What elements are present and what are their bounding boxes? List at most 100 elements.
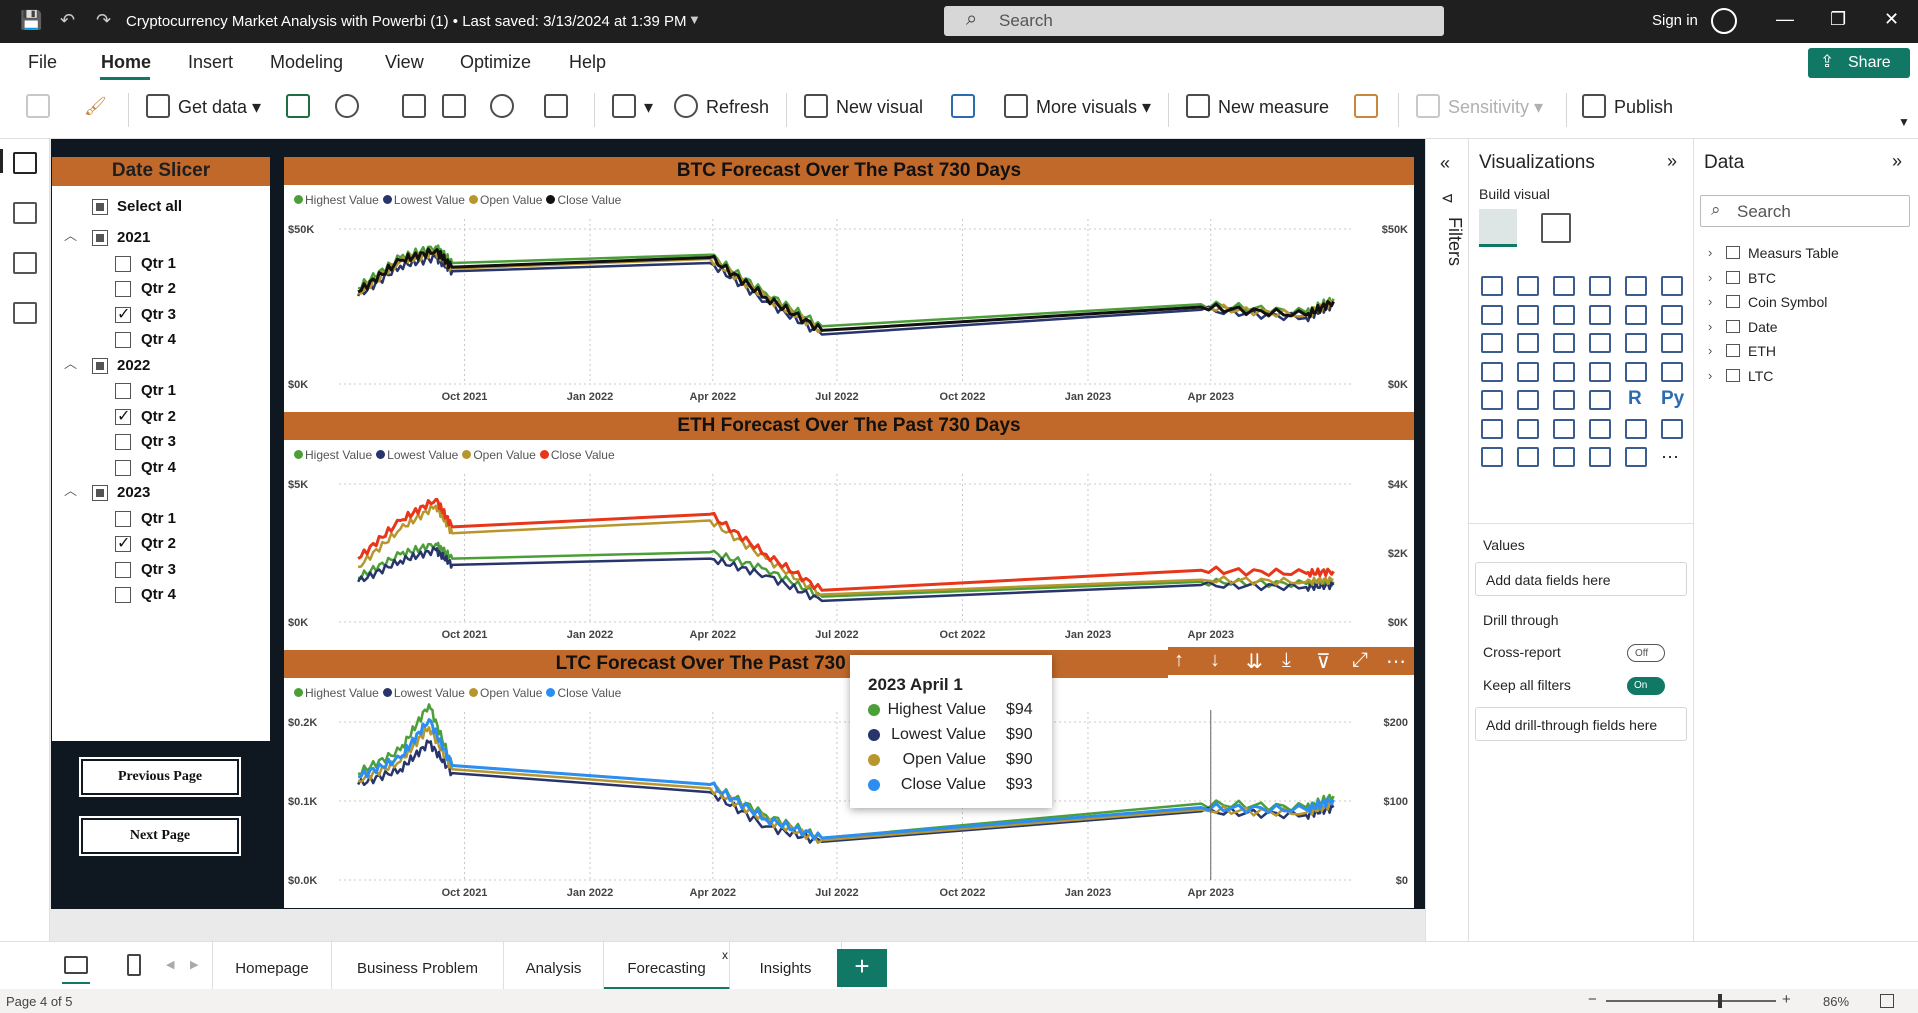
collapse-viz-icon[interactable]: » bbox=[1667, 151, 1677, 172]
values-well[interactable]: Add data fields here bbox=[1475, 562, 1687, 596]
quarter-checkbox[interactable] bbox=[115, 533, 131, 553]
quarter-label[interactable]: Qtr 2 bbox=[141, 280, 176, 297]
pie-icon[interactable] bbox=[1589, 333, 1611, 353]
excel-button[interactable] bbox=[286, 94, 318, 120]
legend-label[interactable]: Close Value bbox=[557, 193, 621, 207]
scatter-icon[interactable] bbox=[1553, 333, 1575, 353]
select-all-checkbox[interactable] bbox=[92, 199, 108, 215]
series-line[interactable] bbox=[357, 497, 1335, 592]
waterfall-icon[interactable] bbox=[1481, 333, 1503, 353]
chevron-right-icon[interactable]: › bbox=[1708, 294, 1712, 309]
build-visual-tab[interactable] bbox=[1479, 209, 1517, 247]
report-view-icon[interactable] bbox=[13, 152, 37, 174]
year-checkbox[interactable] bbox=[92, 357, 108, 374]
quarter-checkbox[interactable] bbox=[115, 281, 131, 297]
quarter-checkbox[interactable] bbox=[115, 332, 131, 348]
cross-report-toggle[interactable]: Off bbox=[1627, 644, 1665, 662]
quarter-checkbox[interactable] bbox=[115, 510, 131, 527]
next-page-button[interactable]: Next Page bbox=[79, 816, 241, 856]
collapse-year-icon[interactable]: ︿ bbox=[64, 480, 77, 499]
get-data-button[interactable]: Get data ▾ bbox=[146, 94, 261, 120]
line-stacked-column-icon[interactable] bbox=[1625, 304, 1647, 325]
legend-label[interactable]: Open Value bbox=[473, 448, 536, 462]
paginated-report-icon[interactable] bbox=[1661, 418, 1683, 439]
slicer-icon[interactable] bbox=[1517, 390, 1539, 410]
quarter-checkbox[interactable] bbox=[115, 587, 131, 603]
quarter-label[interactable]: Qtr 4 bbox=[141, 331, 176, 348]
chevron-right-icon[interactable]: › bbox=[1708, 343, 1712, 358]
new-measure-button[interactable]: New measure bbox=[1186, 94, 1329, 120]
sensitivity-button[interactable]: Sensitivity ▾ bbox=[1416, 94, 1543, 120]
dax-query-view-icon[interactable] bbox=[13, 302, 37, 324]
r-visual-icon[interactable]: R bbox=[1628, 388, 1642, 410]
filter-icon[interactable]: ⊽ bbox=[1316, 649, 1331, 674]
page-tab[interactable]: Forecasting bbox=[604, 942, 730, 990]
enter-data-button[interactable] bbox=[442, 94, 474, 120]
search-box[interactable]: ⌕ Search bbox=[944, 6, 1444, 36]
chevron-icon[interactable] bbox=[1625, 447, 1647, 467]
add-page-button[interactable]: + bbox=[837, 949, 887, 987]
qa-icon[interactable] bbox=[1553, 418, 1575, 439]
format-visual-tab[interactable] bbox=[1541, 213, 1571, 243]
quarter-label[interactable]: Qtr 2 bbox=[141, 408, 176, 425]
undo-icon[interactable]: ↶ bbox=[60, 10, 75, 31]
btc-forecast-chart[interactable]: BTC Forecast Over The Past 730 Days Highe… bbox=[284, 157, 1414, 412]
quarter-label[interactable]: Qtr 3 bbox=[141, 306, 176, 323]
clustered-column-icon[interactable] bbox=[1589, 276, 1611, 296]
onelake-button[interactable] bbox=[335, 94, 367, 120]
select-all-label[interactable]: Select all bbox=[117, 198, 182, 215]
paste-button[interactable] bbox=[26, 94, 58, 120]
menu-modeling[interactable]: Modeling bbox=[270, 52, 343, 73]
page-tab[interactable]: Insights bbox=[730, 942, 842, 990]
key-influencers-icon[interactable] bbox=[1481, 418, 1503, 439]
quarter-label[interactable]: Qtr 4 bbox=[141, 586, 176, 603]
series-line[interactable] bbox=[357, 718, 1335, 841]
sign-in-link[interactable]: Sign in bbox=[1652, 12, 1698, 29]
arcgis-icon[interactable] bbox=[1553, 447, 1575, 467]
prev-tab-arrow-icon[interactable]: ◀ bbox=[166, 958, 174, 971]
quarter-checkbox[interactable] bbox=[115, 304, 131, 324]
filled-map-icon[interactable] bbox=[1517, 361, 1539, 382]
collapse-year-icon[interactable]: ︿ bbox=[64, 225, 77, 244]
menu-view[interactable]: View bbox=[385, 52, 424, 73]
zoom-slider-thumb[interactable] bbox=[1718, 994, 1722, 1008]
previous-page-button[interactable]: Previous Page bbox=[79, 757, 241, 797]
dataverse-button[interactable] bbox=[490, 94, 522, 120]
data-search-input[interactable]: ⌕ Search bbox=[1700, 195, 1910, 227]
chevron-right-icon[interactable]: › bbox=[1708, 270, 1712, 285]
custom-visual-icon[interactable] bbox=[1589, 447, 1611, 467]
legend-label[interactable]: Open Value bbox=[480, 193, 543, 207]
stacked-bar-icon[interactable] bbox=[1481, 276, 1503, 296]
clustered-bar-icon[interactable] bbox=[1553, 276, 1575, 296]
minimize-icon[interactable]: — bbox=[1776, 9, 1794, 30]
year-label[interactable]: 2023 bbox=[117, 484, 150, 501]
expand-hierarchy-icon[interactable]: ⤓ bbox=[1282, 649, 1291, 672]
model-view-icon[interactable] bbox=[13, 252, 37, 274]
zoom-out-button[interactable]: − bbox=[1588, 991, 1597, 1008]
text-box-button[interactable] bbox=[951, 94, 983, 120]
smart-narrative-icon[interactable] bbox=[1589, 418, 1611, 439]
donut-icon[interactable] bbox=[1625, 333, 1647, 353]
year-checkbox[interactable] bbox=[92, 230, 108, 246]
chevron-right-icon[interactable]: › bbox=[1708, 319, 1712, 334]
multi-row-card-icon[interactable] bbox=[1661, 361, 1683, 382]
more-visuals-icon[interactable]: ⋯ bbox=[1661, 447, 1679, 468]
legend-label[interactable]: Lowest Value bbox=[387, 448, 458, 462]
year-label[interactable]: 2022 bbox=[117, 357, 150, 374]
quarter-checkbox[interactable] bbox=[115, 459, 131, 476]
page-tab[interactable]: Homepage bbox=[212, 942, 332, 990]
decomposition-tree-icon[interactable] bbox=[1517, 418, 1539, 439]
avatar-icon[interactable] bbox=[1711, 8, 1737, 34]
zoom-in-button[interactable]: + bbox=[1782, 991, 1791, 1008]
drill-through-well[interactable]: Add drill-through fields here bbox=[1475, 707, 1687, 741]
expand-next-level-icon[interactable]: ⇊ bbox=[1246, 649, 1263, 674]
quarter-checkbox[interactable] bbox=[115, 255, 131, 272]
drill-down-icon[interactable]: ↓ bbox=[1210, 649, 1220, 672]
title-dropdown-icon[interactable]: ▼ bbox=[688, 12, 701, 27]
quarter-label[interactable]: Qtr 1 bbox=[141, 255, 176, 272]
year-label[interactable]: 2021 bbox=[117, 229, 150, 246]
fit-to-page-icon[interactable] bbox=[1880, 994, 1894, 1008]
sql-button[interactable] bbox=[402, 94, 434, 120]
quick-measure-button[interactable] bbox=[1354, 94, 1386, 120]
ltc-forecast-chart[interactable]: LTC Forecast Over The Past 730 Days Highe… bbox=[284, 650, 1414, 908]
